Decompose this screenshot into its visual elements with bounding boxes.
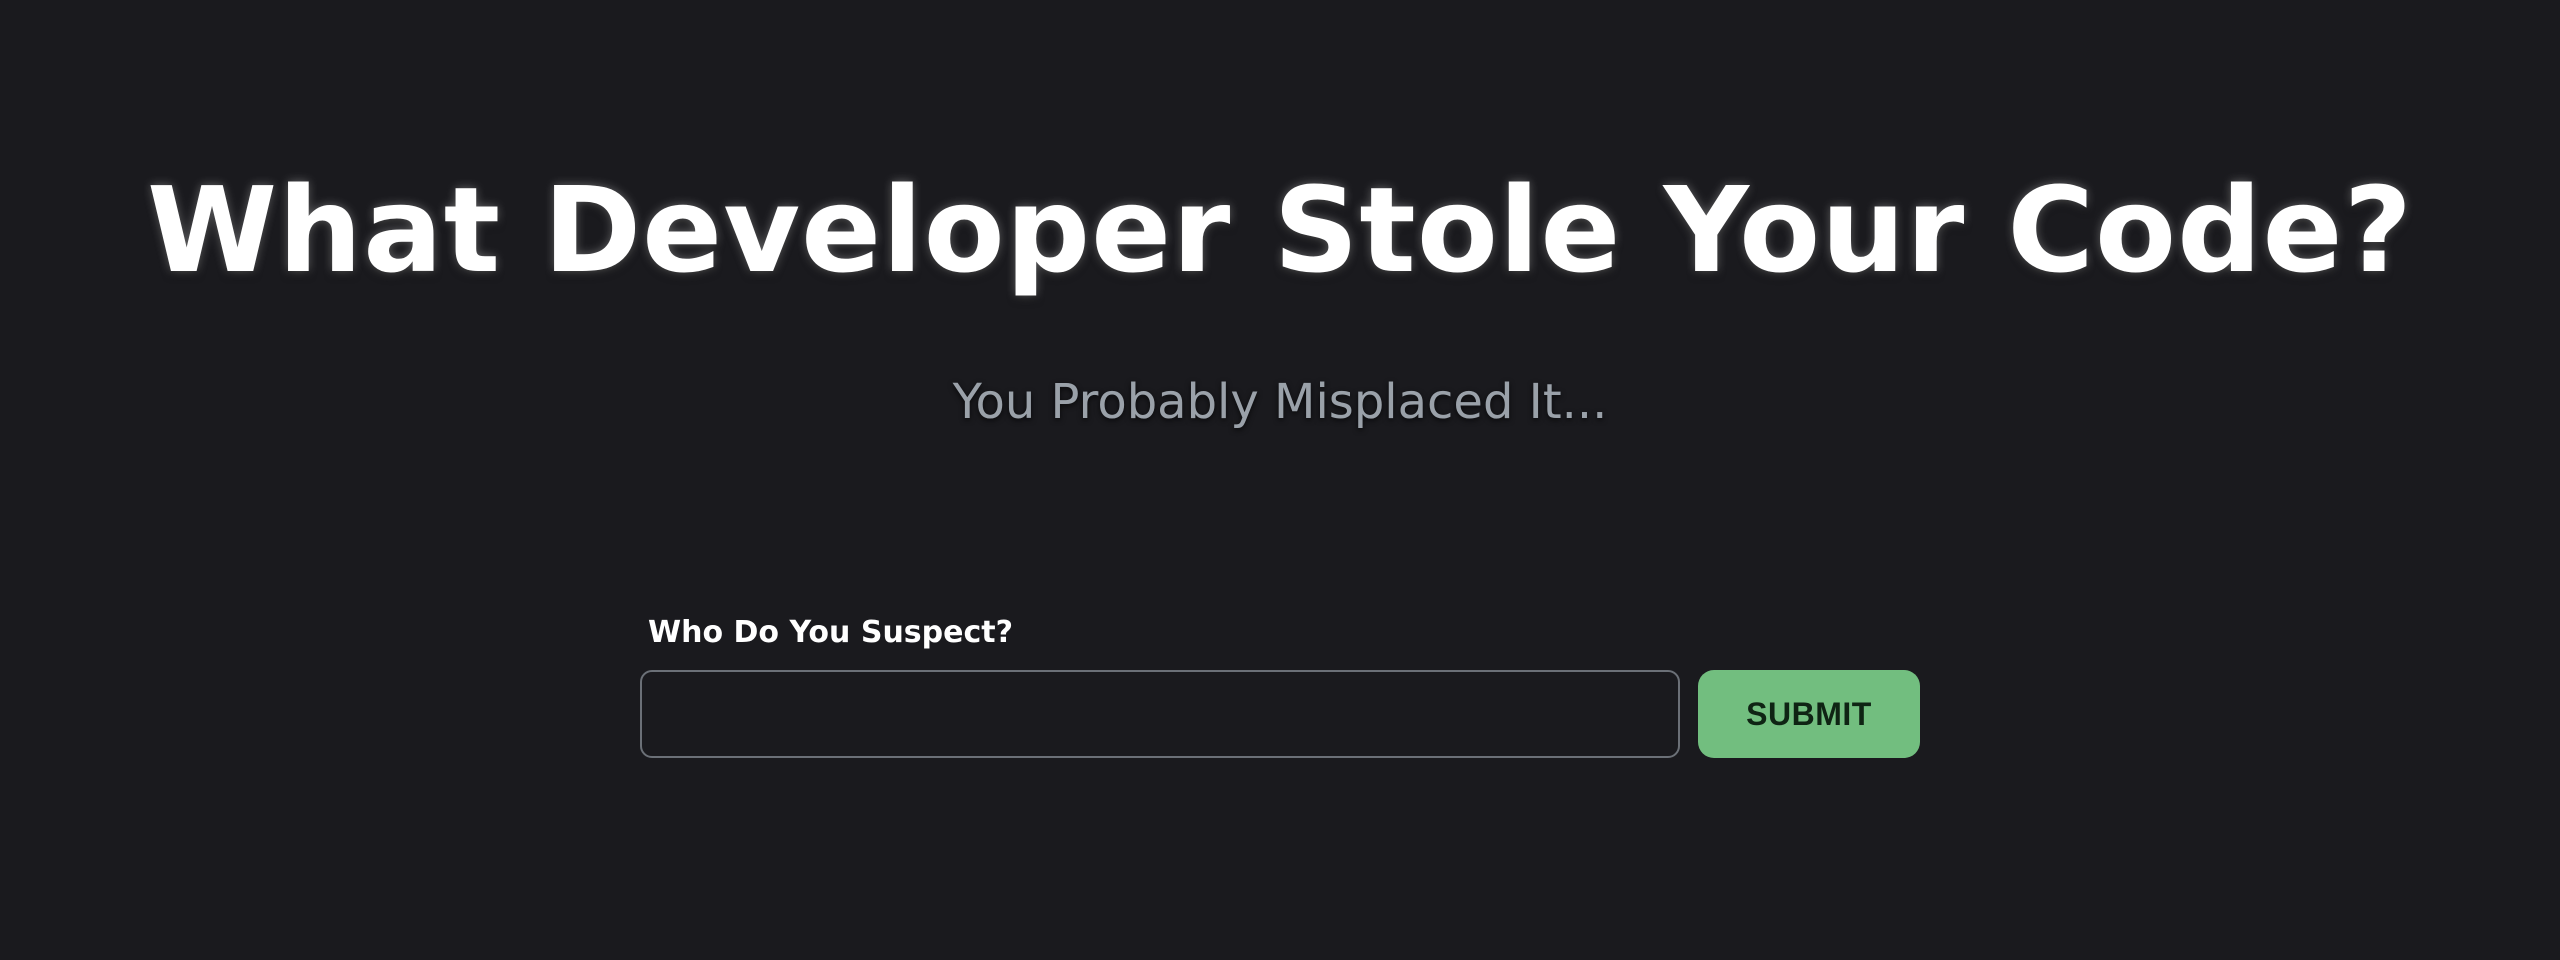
submit-button[interactable]: SUBMIT	[1698, 670, 1920, 758]
suspect-input[interactable]	[640, 670, 1680, 758]
page: What Developer Stole Your Code? You Prob…	[0, 0, 2560, 960]
suspect-label: Who Do You Suspect?	[648, 615, 1014, 650]
suspect-form: Who Do You Suspect? SUBMIT	[640, 612, 1920, 762]
page-title: What Developer Stole Your Code?	[146, 161, 2414, 299]
hero-section: What Developer Stole Your Code?	[0, 150, 2560, 310]
page-subtitle: You Probably Misplaced It...	[952, 374, 1608, 430]
